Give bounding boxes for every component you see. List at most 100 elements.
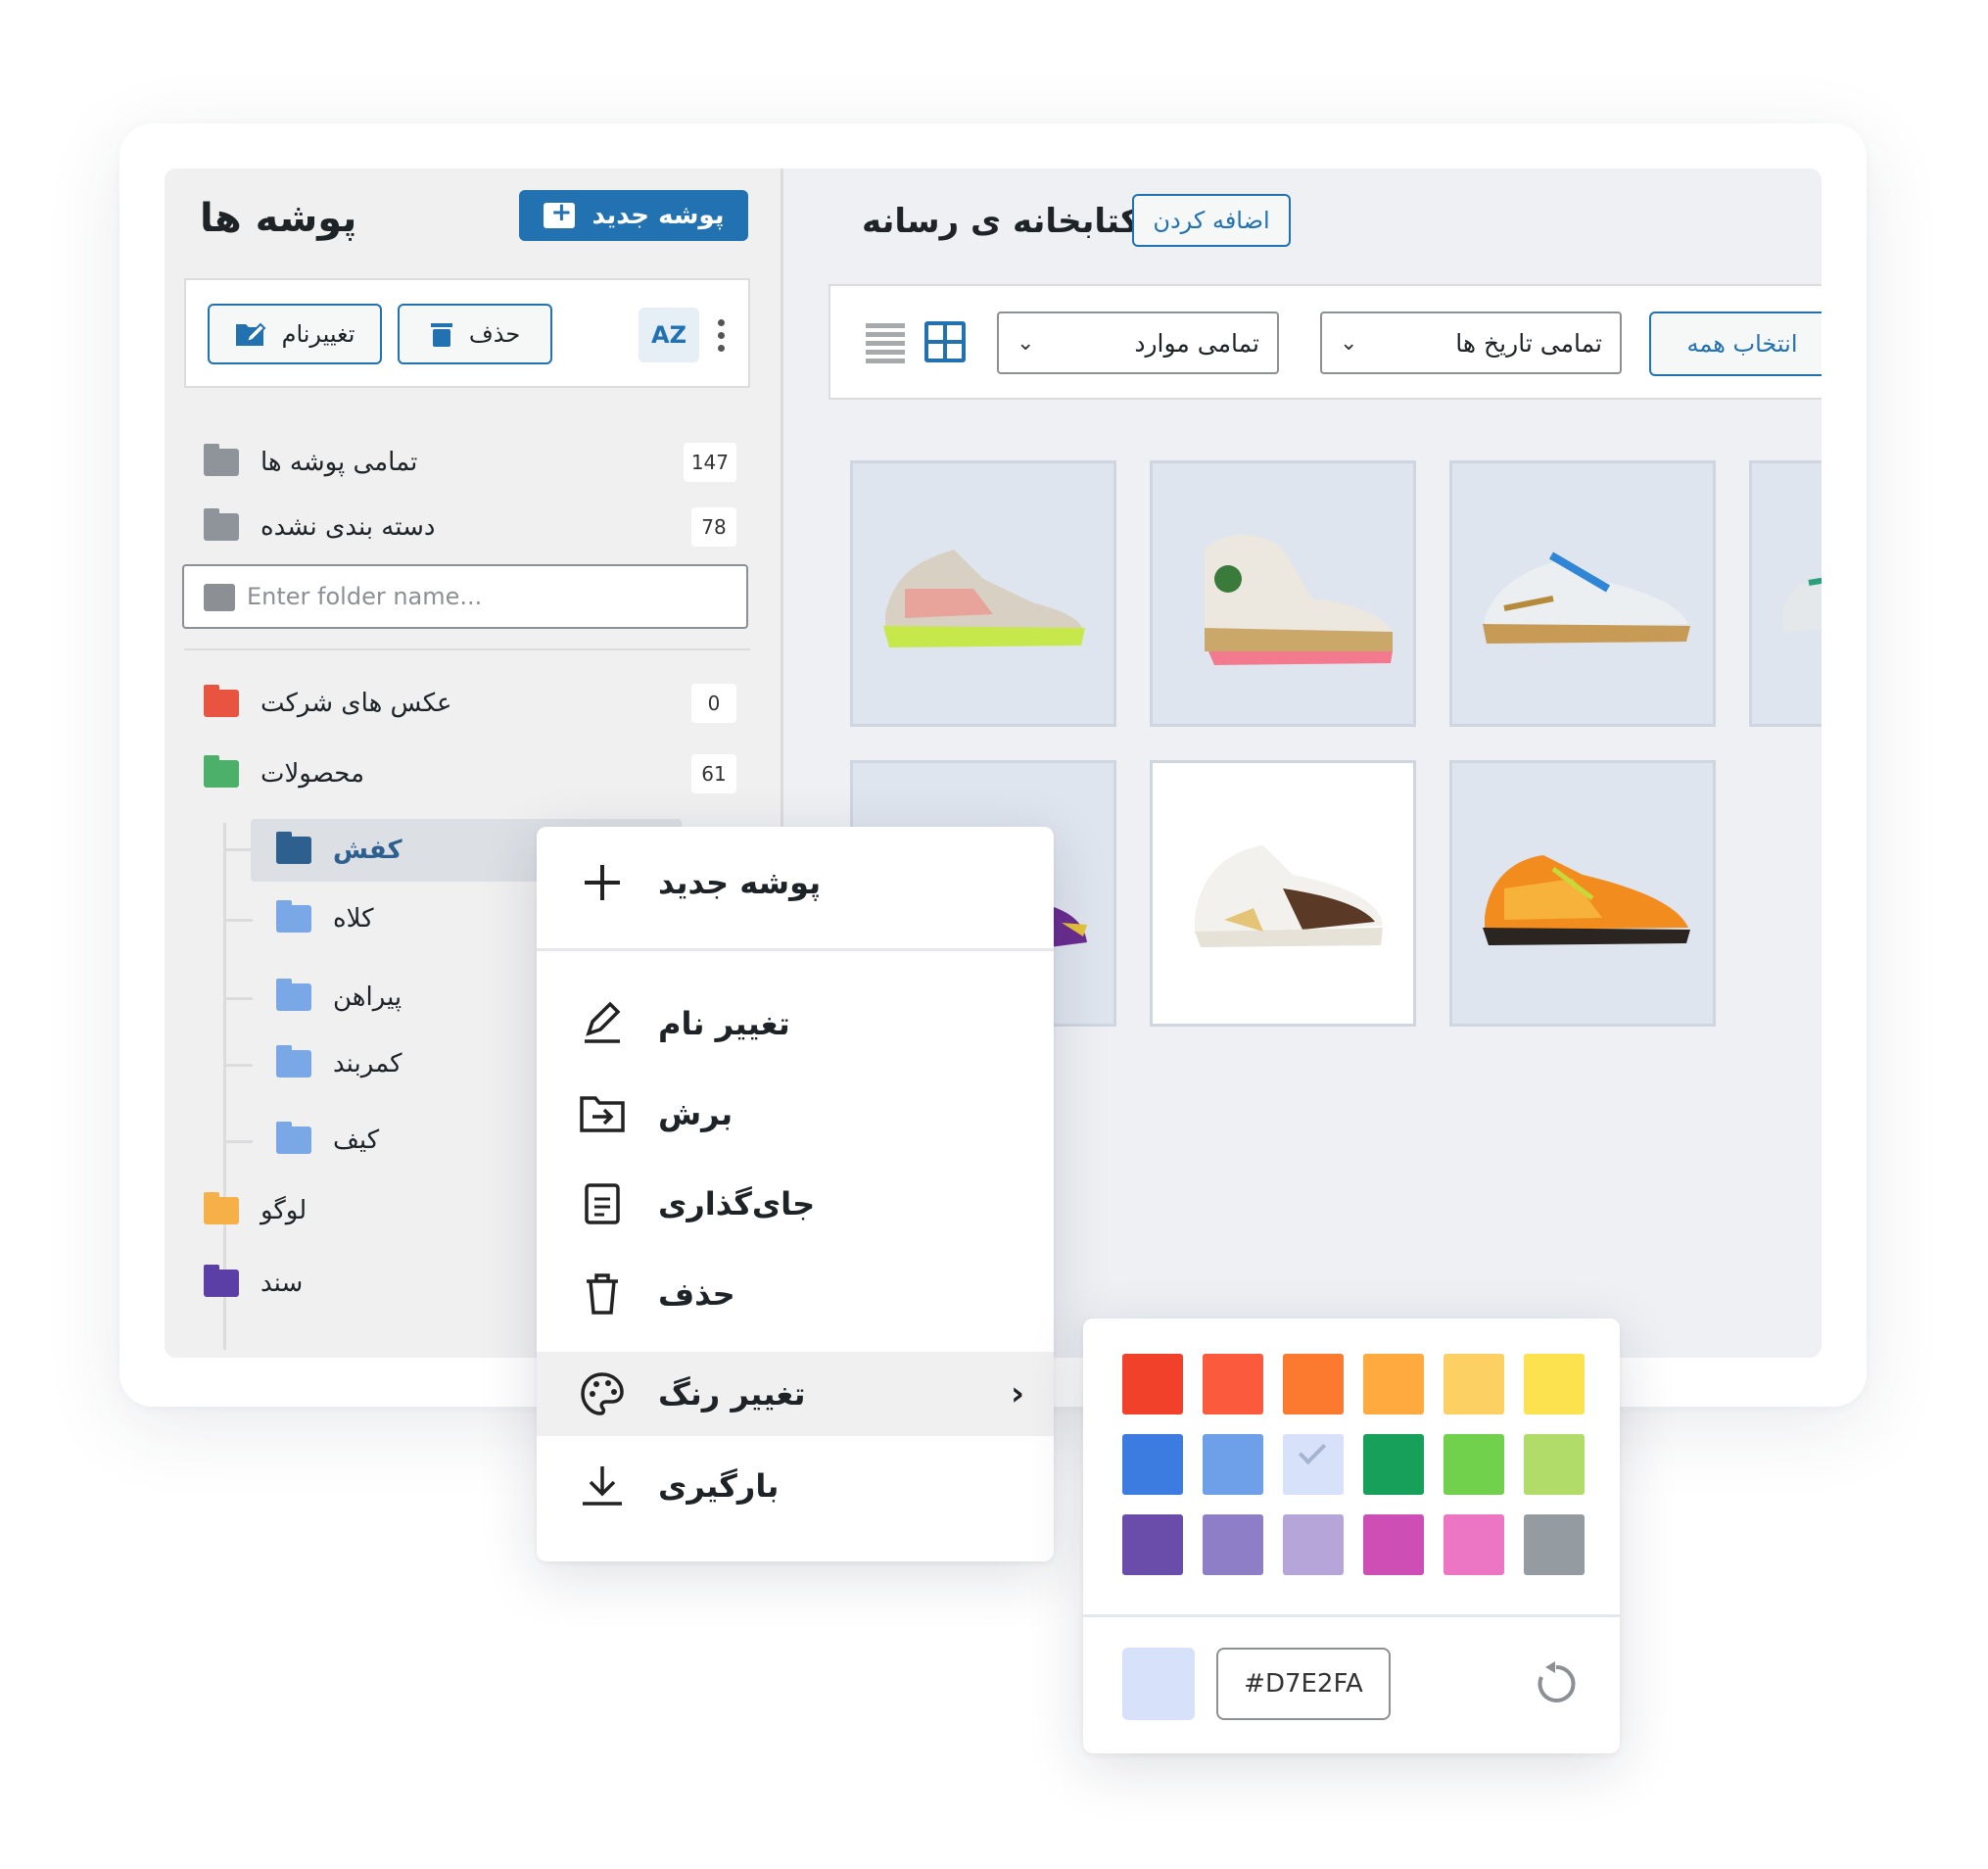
- media-thumbnail[interactable]: [1449, 760, 1716, 1027]
- folder-icon: [276, 1045, 311, 1078]
- uncategorized-item[interactable]: دسته بندی نشده 78: [204, 500, 752, 554]
- rename-button[interactable]: تغییرنام: [208, 304, 382, 364]
- check-icon: [1298, 1436, 1327, 1465]
- new-folder-label: پوشه جدید: [592, 201, 725, 230]
- folder-label: سند: [260, 1269, 304, 1298]
- color-swatch[interactable]: [1203, 1434, 1263, 1495]
- folder-home-icon: [204, 444, 239, 476]
- folder-edit-icon: [235, 322, 265, 346]
- folder-label: لوگو: [260, 1196, 308, 1225]
- folder-search-icon: [204, 584, 235, 611]
- media-type-select[interactable]: ⌄ تمامی موارد: [997, 312, 1279, 374]
- folder-label: محصولات: [260, 759, 364, 789]
- color-swatch[interactable]: [1122, 1354, 1183, 1414]
- color-swatch[interactable]: [1524, 1514, 1585, 1575]
- picker-divider: [1083, 1614, 1620, 1617]
- folder-icon: [276, 979, 311, 1011]
- list-view-icon[interactable]: [866, 323, 905, 363]
- folder-label: کفش: [333, 836, 402, 865]
- color-swatch[interactable]: [1363, 1434, 1424, 1495]
- reset-icon[interactable]: [1534, 1661, 1579, 1706]
- chevron-down-icon: ⌄: [1340, 330, 1358, 356]
- folder-item[interactable]: عکس های شرکت 0: [204, 676, 752, 731]
- shoe-image: [1483, 551, 1690, 644]
- tree-connector: [223, 919, 253, 922]
- menu-item-label: تغییر نام: [658, 1005, 790, 1042]
- menu-item-change-color[interactable]: تغییر رنگ ›: [537, 1352, 1054, 1436]
- menu-item-label: حذف: [658, 1275, 735, 1313]
- color-swatch[interactable]: [1524, 1434, 1585, 1495]
- sort-label: AZ: [651, 321, 686, 349]
- color-swatch[interactable]: [1444, 1514, 1504, 1575]
- folder-info-icon: [204, 508, 239, 541]
- folder-label: کمربند: [333, 1049, 402, 1078]
- media-thumbnail[interactable]: [850, 460, 1116, 727]
- media-thumbnail[interactable]: [1449, 460, 1716, 727]
- folder-open-icon: [204, 755, 239, 788]
- chevron-right-icon: ›: [1010, 1374, 1024, 1414]
- folder-label: کیف: [333, 1126, 380, 1155]
- menu-item-delete[interactable]: حذف: [537, 1252, 1054, 1336]
- media-thumbnail[interactable]: [1749, 460, 1822, 727]
- menu-item-paste[interactable]: جای‌گذاری: [537, 1162, 1054, 1246]
- rename-label: تغییرنام: [281, 320, 355, 348]
- color-swatch[interactable]: [1283, 1514, 1344, 1575]
- folder-label: پیراهن: [333, 982, 402, 1012]
- menu-item-label: بارگیری: [658, 1467, 780, 1505]
- media-type-value: تمامی موارد: [1134, 328, 1259, 358]
- folders-title: پوشه ها: [200, 196, 357, 241]
- color-swatch[interactable]: [1283, 1354, 1344, 1414]
- media-thumbnail[interactable]: [1150, 760, 1416, 1027]
- select-all-button[interactable]: انتخاب همه: [1649, 312, 1822, 376]
- color-swatch[interactable]: [1524, 1354, 1585, 1414]
- color-swatch[interactable]: [1283, 1434, 1344, 1495]
- color-swatch[interactable]: [1444, 1354, 1504, 1414]
- color-swatch[interactable]: [1363, 1514, 1424, 1575]
- folder-toolbar: تغییرنام حذف AZ: [184, 278, 750, 388]
- menu-item-new-folder[interactable]: پوشه جدید: [537, 840, 1054, 925]
- folder-search-input[interactable]: Enter folder name...: [182, 564, 748, 629]
- color-swatch[interactable]: [1122, 1434, 1183, 1495]
- delete-button[interactable]: حذف: [398, 304, 552, 364]
- all-folders-item[interactable]: تمامی پوشه ها 147: [204, 435, 752, 490]
- tree-connector: [223, 1064, 253, 1067]
- menu-item-download[interactable]: بارگیری: [537, 1444, 1054, 1528]
- color-swatch[interactable]: [1122, 1514, 1183, 1575]
- color-preview: [1122, 1648, 1195, 1720]
- media-thumbnail[interactable]: [1150, 460, 1416, 727]
- color-swatch[interactable]: [1203, 1514, 1263, 1575]
- menu-item-label: تغییر رنگ: [658, 1375, 806, 1413]
- new-folder-button[interactable]: پوشه جدید: [519, 190, 748, 241]
- add-media-button[interactable]: اضافه کردن: [1132, 194, 1291, 247]
- more-options-icon[interactable]: [711, 308, 731, 362]
- download-icon: [578, 1462, 627, 1510]
- folder-icon: [204, 685, 239, 717]
- color-swatch[interactable]: [1203, 1354, 1263, 1414]
- folder-item[interactable]: محصولات 61: [204, 746, 752, 801]
- shoe-image: [1205, 535, 1393, 665]
- tree-connector: [223, 1140, 253, 1143]
- shoe-image: [883, 550, 1085, 647]
- menu-divider: [537, 948, 1054, 951]
- chevron-down-icon: ⌄: [1017, 330, 1035, 356]
- hex-color-input[interactable]: #D7E2FA: [1216, 1648, 1391, 1720]
- color-swatch[interactable]: [1444, 1434, 1504, 1495]
- grid-view-icon[interactable]: [924, 321, 966, 362]
- sort-az-icon[interactable]: AZ: [639, 308, 699, 362]
- delete-label: حذف: [468, 320, 521, 348]
- shoe-image: [1783, 577, 1822, 632]
- trash-icon: [578, 1270, 627, 1318]
- folder-count: 61: [691, 754, 736, 793]
- menu-item-label: جای‌گذاری: [658, 1185, 816, 1222]
- tree-connector: [223, 848, 253, 851]
- date-filter-select[interactable]: ⌄ تمامی تاریخ ها: [1320, 312, 1622, 374]
- tree-connector: [223, 997, 253, 1000]
- folder-icon: [204, 1192, 239, 1224]
- trash-icon: [430, 323, 452, 347]
- menu-item-label: برش: [658, 1095, 734, 1132]
- menu-item-rename[interactable]: تغییر نام: [537, 982, 1054, 1066]
- menu-item-cut[interactable]: برش: [537, 1072, 1054, 1156]
- folder-icon: [276, 900, 311, 933]
- palette-icon: [578, 1369, 627, 1418]
- color-swatch[interactable]: [1363, 1354, 1424, 1414]
